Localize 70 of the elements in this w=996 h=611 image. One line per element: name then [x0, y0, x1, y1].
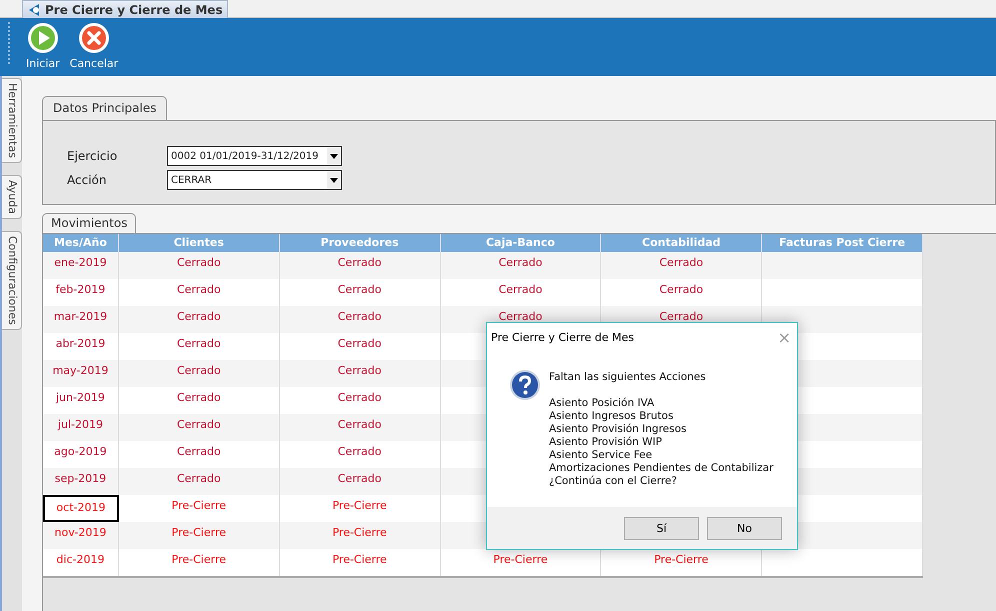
table-cell: Cerrado [176, 418, 221, 431]
dialog-message: Faltan las siguientes Acciones [549, 371, 707, 384]
document-tab[interactable]: Pre Cierre y Cierre de Mes [22, 0, 228, 18]
table-cell: Cerrado [338, 418, 382, 431]
side-tab[interactable]: Herramientas [2, 78, 22, 163]
dialog-message: ¿Continúa con el Cierre? [549, 475, 678, 488]
dropdown-field[interactable]: CERRAR [167, 170, 342, 190]
table-cell: Cerrado [659, 283, 704, 296]
close-icon [78, 22, 110, 54]
close-button[interactable]: × [778, 328, 791, 346]
table-cell: Cerrado [176, 283, 221, 296]
dialog-message: Asiento Provisión WIP [549, 436, 663, 449]
dialog-message: Asiento Posición IVA [549, 397, 656, 410]
cancel-button[interactable]: Cancelar [68, 22, 120, 70]
table-cell: Cerrado [338, 364, 382, 377]
table-cell[interactable]: nov-2019 [43, 522, 119, 549]
table-cell[interactable]: oct-2019 [43, 495, 119, 522]
table-cell: Pre-Cierre [654, 553, 708, 566]
table-cell: Cerrado [338, 256, 382, 269]
table-cell: Cerrado [176, 364, 221, 377]
table-cell: Pre-Cierre [493, 553, 548, 566]
table-cell: Pre-Cierre [332, 526, 387, 539]
dropdown-arrow-icon [330, 154, 338, 158]
side-tab[interactable]: Configuraciones [2, 230, 22, 330]
table-cell: Cerrado [338, 472, 382, 485]
table-cell: Cerrado [176, 337, 221, 350]
table-cell: Cerrado [176, 472, 221, 485]
table-cell: Cerrado [659, 310, 704, 323]
logo-icon [27, 2, 41, 16]
dialog-message: Amortizaciones Pendientes de Contabilizar [549, 462, 774, 475]
table-cell: Cerrado [338, 337, 382, 350]
table-cell: Cerrado [176, 391, 221, 404]
table-cell: Pre-Cierre [332, 553, 387, 566]
dialog-message: Asiento Service Fee [549, 449, 654, 462]
table-cell: Cerrado [659, 256, 704, 269]
dialog-message: Asiento Provisión Ingresos [549, 423, 688, 436]
panel-tab[interactable]: Datos Principales [42, 96, 168, 120]
no-button[interactable]: No [707, 516, 782, 540]
table-cell[interactable]: jul-2019 [43, 414, 119, 441]
table-cell[interactable]: ene-2019 [43, 252, 119, 279]
table-cell: Cerrado [338, 283, 382, 296]
table-cell[interactable]: may-2019 [43, 360, 119, 387]
table-cell: Cerrado [498, 256, 542, 269]
table-cell: Pre-Cierre [172, 526, 226, 539]
table-cell: Cerrado [338, 445, 382, 458]
table-cell: Cerrado [498, 310, 542, 323]
table-cell: Pre-Cierre [172, 499, 226, 512]
panel-tab[interactable]: Movimientos [42, 213, 136, 233]
table-cell: Cerrado [176, 310, 221, 323]
dialog-title: Pre Cierre y Cierre de Mes [491, 330, 634, 344]
dropdown-arrow-icon [330, 178, 338, 182]
table-cell: Cerrado [338, 391, 382, 404]
field-label: Ejercicio [67, 149, 118, 163]
table-cell: Cerrado [176, 256, 221, 269]
side-tab[interactable]: Ayuda [2, 174, 22, 219]
table-cell[interactable]: dic-2019 [43, 549, 119, 576]
field-label: Acción [67, 173, 108, 187]
dropdown-field[interactable]: 0002 01/01/2019-31/12/2019 [167, 146, 342, 166]
start-button[interactable]: Iniciar [24, 22, 62, 70]
question-icon [509, 369, 541, 401]
table-cell: Cerrado [176, 445, 221, 458]
table-cell[interactable]: sep-2019 [43, 468, 119, 495]
table-cell: Pre-Cierre [332, 499, 387, 512]
table-cell: Pre-Cierre [172, 553, 226, 566]
table-cell: Cerrado [338, 310, 382, 323]
dialog-message: Asiento Ingresos Brutos [549, 410, 674, 423]
table-cell[interactable]: mar-2019 [43, 306, 119, 333]
yes-button[interactable]: Sí [624, 516, 699, 540]
table-cell: Cerrado [498, 283, 542, 296]
play-icon [26, 22, 59, 54]
